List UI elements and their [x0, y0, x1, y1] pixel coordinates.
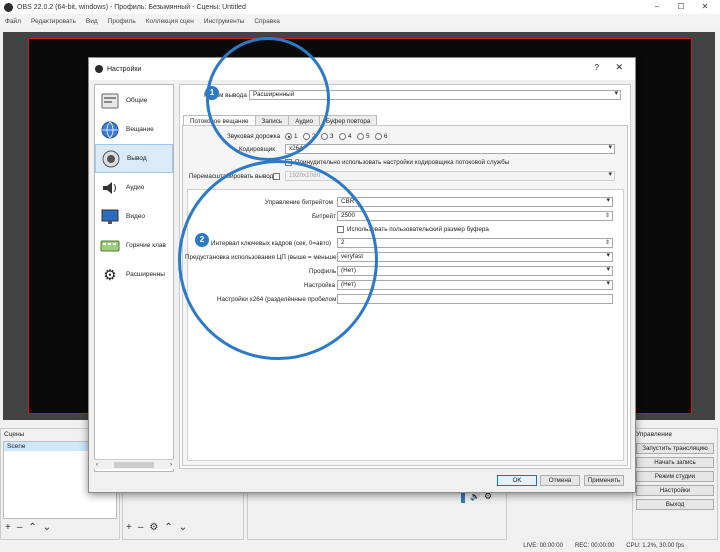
- settings-button[interactable]: Настройки: [636, 485, 714, 496]
- exit-button[interactable]: Выход: [636, 499, 714, 510]
- category-video[interactable]: Видео: [95, 202, 173, 231]
- audio-track-radio-6[interactable]: [375, 133, 382, 140]
- window-titlebar: OBS 22.0.2 (64-bit, windows) - Профиль: …: [0, 0, 720, 14]
- category-stream[interactable]: Вещание: [95, 115, 173, 144]
- remove-source-button[interactable]: –: [138, 522, 144, 533]
- menu-help[interactable]: Справка: [254, 18, 280, 25]
- annotation-badge-2: 2: [195, 233, 209, 247]
- move-up-icon[interactable]: ⌃: [164, 522, 172, 533]
- speaker-icon: [99, 177, 121, 199]
- gears-icon: ⚙: [103, 266, 117, 284]
- cpu-preset-select[interactable]: veryfast: [337, 252, 613, 262]
- category-advanced[interactable]: ⚙ Расширенны: [95, 260, 173, 289]
- dialog-title: Настройки: [107, 65, 142, 73]
- maximize-button[interactable]: ☐: [670, 0, 692, 14]
- annotation-ring-1: [206, 37, 330, 161]
- obs-logo-icon: [4, 2, 13, 12]
- obs-logo-icon: [95, 65, 103, 73]
- start-streaming-button[interactable]: Запустить трансляцию: [636, 443, 714, 454]
- category-label: Горячие клав: [126, 242, 166, 249]
- menu-tools[interactable]: Инструменты: [204, 18, 245, 25]
- category-label: Аудио: [126, 184, 145, 191]
- volume-slider-handle[interactable]: [461, 493, 465, 503]
- enforce-encoder-settings-label: Принудительно использовать настройки код…: [295, 159, 510, 166]
- scroll-left-icon[interactable]: ‹: [96, 462, 98, 468]
- category-output[interactable]: Вывод: [95, 144, 173, 173]
- controls-dock-title: Управление: [636, 431, 673, 438]
- remove-scene-button[interactable]: –: [17, 522, 23, 533]
- help-button[interactable]: ?: [595, 63, 599, 72]
- audio-track-4-label: 4: [348, 133, 352, 140]
- rec-time: REC: 00:00:00: [574, 543, 615, 549]
- category-scrollbar[interactable]: ‹ ›: [94, 459, 174, 469]
- menu-file[interactable]: Файл: [5, 18, 21, 25]
- category-label: Вещание: [126, 126, 154, 133]
- profile-select[interactable]: (Нет): [337, 266, 613, 276]
- move-down-icon[interactable]: ⌄: [43, 522, 51, 533]
- move-up-icon[interactable]: ⌃: [28, 522, 36, 533]
- source-settings-icon[interactable]: ⚙: [149, 522, 158, 533]
- audio-track-radio-5[interactable]: [357, 133, 364, 140]
- category-label: Вывод: [127, 155, 147, 162]
- move-down-icon[interactable]: ⌄: [179, 522, 187, 533]
- minimize-button[interactable]: –: [646, 0, 668, 14]
- category-label: Расширенны: [126, 271, 165, 278]
- dialog-titlebar: Настройки: [89, 58, 635, 80]
- menu-bar: Файл Редактировать Вид Профиль Коллекция…: [0, 14, 720, 28]
- category-label: Видео: [126, 213, 145, 220]
- category-audio[interactable]: Аудио: [95, 173, 173, 202]
- add-source-button[interactable]: +: [126, 522, 132, 533]
- status-bar: LIVE: 00:00:00 REC: 00:00:00 CPU: 1.2%, …: [0, 540, 720, 552]
- menu-scene-collection[interactable]: Коллекция сцен: [146, 18, 194, 25]
- settings-category-list: Общие Вещание Вывод Аудио Видео Горячие …: [94, 84, 174, 472]
- scrollbar-thumb[interactable]: [114, 461, 154, 468]
- x264-options-input[interactable]: [337, 294, 613, 304]
- sources-toolbar: + – ⚙ ⌃ ⌄: [126, 522, 187, 533]
- rate-control-select[interactable]: CBR: [337, 197, 613, 207]
- audio-track-5-label: 5: [366, 133, 370, 140]
- gear-icon: [99, 90, 121, 112]
- monitor-icon: [99, 206, 121, 228]
- start-recording-button[interactable]: Начать запись: [636, 457, 714, 468]
- category-general[interactable]: Общие: [95, 86, 173, 115]
- window-title: OBS 22.0.2 (64-bit, windows) - Профиль: …: [17, 3, 246, 11]
- audio-track-3-label: 3: [330, 133, 334, 140]
- audio-track-radio-3[interactable]: [321, 133, 328, 140]
- tune-select[interactable]: (Нет): [337, 280, 613, 290]
- speaker-icon[interactable]: 🔊: [470, 492, 480, 501]
- category-label: Общие: [126, 97, 148, 104]
- ok-button[interactable]: OK: [497, 475, 537, 486]
- close-dialog-button[interactable]: ✕: [615, 62, 623, 73]
- apply-button[interactable]: Применить: [584, 475, 624, 486]
- globe-icon: [99, 119, 121, 141]
- studio-mode-button[interactable]: Режим студии: [636, 471, 714, 482]
- keyframe-interval-spinbox[interactable]: 2: [337, 238, 613, 248]
- close-window-button[interactable]: ✕: [694, 0, 716, 14]
- cpu-usage: CPU: 1.2%, 30.00 fps: [626, 543, 684, 549]
- audio-track-radio-4[interactable]: [339, 133, 346, 140]
- scenes-toolbar: + – ⌃ ⌄: [5, 522, 51, 533]
- menu-profile[interactable]: Профиль: [108, 18, 136, 25]
- keyboard-icon: [99, 235, 121, 257]
- audio-track-6-label: 6: [384, 133, 388, 140]
- live-time: LIVE: 00:00:00: [523, 543, 563, 549]
- annotation-badge-1: 1: [205, 86, 219, 100]
- bitrate-spinbox[interactable]: 2500: [337, 211, 613, 221]
- output-icon: [100, 148, 122, 170]
- cancel-button[interactable]: Отмена: [540, 475, 580, 486]
- menu-view[interactable]: Вид: [86, 18, 98, 25]
- encoder-select[interactable]: x264: [285, 144, 615, 154]
- scroll-right-icon[interactable]: ›: [170, 462, 172, 468]
- controls-dock: Управление Запустить трансляцию Начать з…: [632, 428, 718, 540]
- menu-edit[interactable]: Редактировать: [31, 18, 76, 25]
- add-scene-button[interactable]: +: [5, 522, 11, 533]
- category-hotkeys[interactable]: Горячие клав: [95, 231, 173, 260]
- annotation-ring-2: [178, 160, 378, 360]
